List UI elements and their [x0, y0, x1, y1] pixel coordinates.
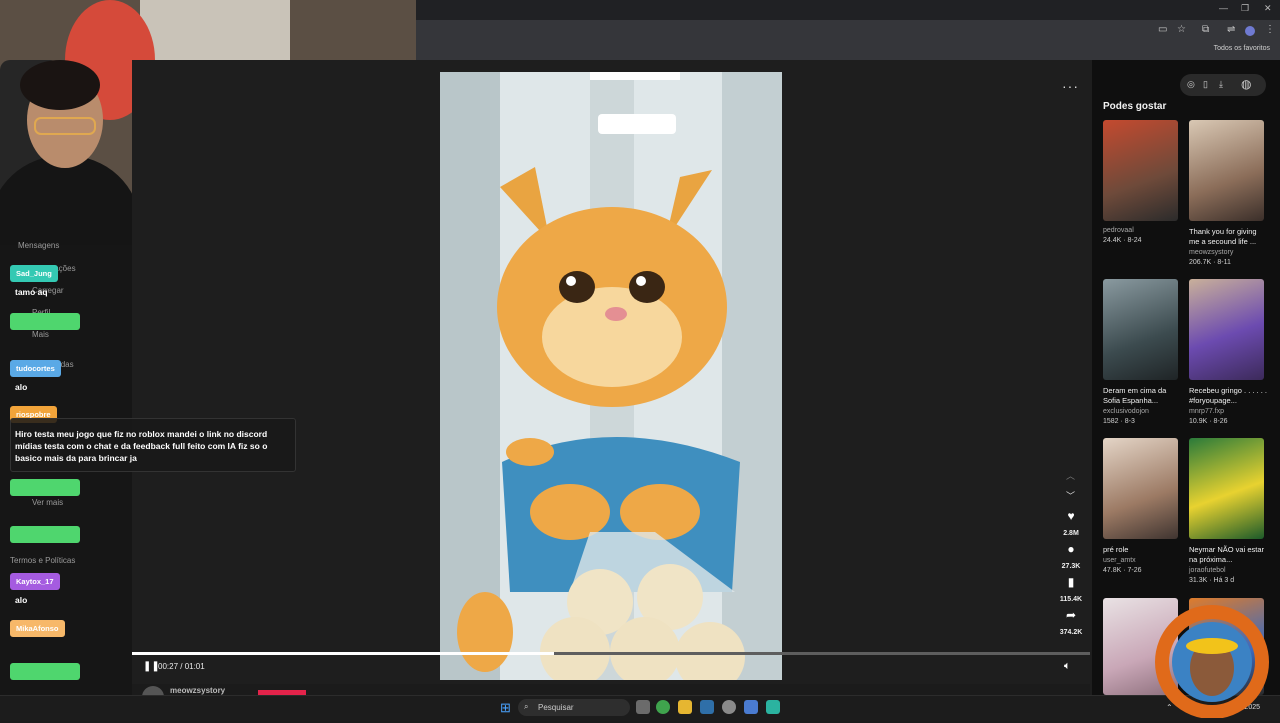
chat-username-badge: [10, 479, 80, 496]
rec-stats-6: 31.3K · Há 3 d: [1189, 577, 1235, 584]
minimize-icon[interactable]: —: [1219, 3, 1228, 13]
compass-icon[interactable]: ◎: [1187, 79, 1195, 90]
rec-thumb-2[interactable]: [1189, 120, 1264, 221]
file-explorer-icon[interactable]: [678, 700, 692, 714]
phone-icon[interactable]: ▯: [1203, 79, 1208, 90]
close-icon[interactable]: ✕: [1264, 3, 1272, 14]
comment-count: 27.3K: [1061, 563, 1081, 570]
rec-user-1[interactable]: pedrovaal: [1103, 227, 1134, 234]
chevron-up-icon[interactable]: ︿: [1066, 469, 1075, 482]
share-icon[interactable]: ➦: [1063, 608, 1079, 622]
steam-icon[interactable]: [700, 700, 714, 714]
bookmark-count: 115.4K: [1059, 596, 1083, 603]
share-count: 374.2K: [1059, 629, 1083, 636]
recommendations-title: Podes gostar: [1103, 101, 1167, 112]
bookmark-icon[interactable]: ▮: [1063, 575, 1079, 589]
rec-thumb-5[interactable]: [1103, 438, 1178, 539]
chat-username-badge: MikaAfonso: [10, 620, 65, 637]
chat-username-badge: Sad_Jung: [10, 265, 58, 282]
chrome-icon[interactable]: [656, 700, 670, 714]
chat-username-badge: [10, 526, 80, 543]
more-options-icon[interactable]: ···: [1062, 78, 1079, 94]
bookmark-star-icon[interactable]: ☆: [1177, 24, 1186, 35]
cast-icon[interactable]: ▭: [1158, 24, 1167, 35]
video-frame[interactable]: [440, 72, 782, 680]
browser-toolbar: [416, 20, 1280, 42]
rec-caption-5[interactable]: pré role: [1103, 545, 1183, 555]
rec-stats-2: 206.7K · 8-11: [1189, 259, 1231, 266]
taskbar-search-placeholder: Pesquisar: [538, 703, 574, 712]
rec-user-4[interactable]: mnrp77.fxp: [1189, 408, 1224, 415]
like-count: 2.8M: [1063, 530, 1079, 537]
rec-user-5[interactable]: user_amtx: [1103, 557, 1136, 564]
settings-icon[interactable]: [744, 700, 758, 714]
browser-titlebar: [416, 0, 1280, 20]
profile-avatar[interactable]: [1245, 26, 1255, 36]
chat-username-badge: tudocortes: [10, 360, 61, 377]
all-bookmarks-link[interactable]: Todos os favoritos: [1214, 45, 1270, 52]
rec-user-3[interactable]: exclusivodojon: [1103, 408, 1149, 415]
rec-thumb-4[interactable]: [1189, 279, 1264, 380]
notepad-icon[interactable]: [766, 700, 780, 714]
menu-sidebar-icon[interactable]: ⇌: [1227, 24, 1235, 35]
nav-item-messages[interactable]: Mensagens: [18, 241, 59, 250]
chat-message: Hiro testa meu jogo que fiz no roblox ma…: [15, 429, 268, 463]
chat-username-badge: [10, 663, 80, 680]
chat-username-badge: Kaytox_17: [10, 573, 60, 590]
rec-caption-2[interactable]: Thank you for giving me a secound life .…: [1189, 227, 1269, 247]
rec-user-2[interactable]: meowzsystory: [1189, 249, 1233, 256]
nav-item-more[interactable]: Mais: [32, 330, 49, 339]
taskbar-search[interactable]: [518, 699, 630, 716]
chat-message: alo: [15, 382, 28, 392]
rec-stats-1: 24.4K · 8-24: [1103, 237, 1142, 244]
rec-caption-6[interactable]: Neymar NÃO vai estar na próxima...: [1189, 545, 1269, 565]
rec-thumb-3[interactable]: [1103, 279, 1178, 380]
playback-time: 00:27 / 01:01: [158, 662, 205, 671]
avatar-icon[interactable]: ◍: [1241, 77, 1251, 91]
chat-username-badge: [10, 313, 80, 330]
rec-stats-4: 10.9K · 8-26: [1189, 418, 1228, 425]
nav-terms[interactable]: Termos e Políticas: [10, 556, 75, 565]
app-icon[interactable]: [722, 700, 736, 714]
rec-thumb-1[interactable]: [1103, 120, 1178, 221]
rec-user-6[interactable]: joraofutebol: [1189, 567, 1226, 574]
chat-message: alo: [15, 595, 28, 605]
nav-see-more[interactable]: Ver mais: [32, 498, 63, 507]
volume-icon[interactable]: 🔈︎: [1064, 660, 1071, 673]
maximize-icon[interactable]: ❐: [1241, 3, 1249, 14]
windows-start-icon[interactable]: ⊞: [500, 700, 511, 716]
heart-icon[interactable]: ♥: [1063, 509, 1079, 523]
chevron-down-icon[interactable]: ﹀: [1066, 489, 1075, 502]
rec-stats-5: 47.8K · 7-26: [1103, 567, 1142, 574]
cat-video-image: [440, 72, 782, 680]
author-name[interactable]: meowzsystory: [170, 686, 225, 695]
rec-thumb-6[interactable]: [1189, 438, 1264, 539]
comment-icon[interactable]: ●: [1063, 542, 1079, 556]
download-icon[interactable]: ⤓: [1219, 79, 1223, 90]
rec-caption-4[interactable]: Recebeu gringo . . . . . . #foryoupage..…: [1189, 386, 1269, 406]
progress-fill: [132, 652, 554, 655]
search-icon: ⌕: [524, 702, 529, 711]
rec-stats-3: 1582 · 8-3: [1103, 418, 1135, 425]
kebab-menu-icon[interactable]: ⋮: [1265, 24, 1275, 35]
bookmarks-bar: [416, 42, 1280, 61]
task-view-icon[interactable]: [636, 700, 650, 714]
extensions-icon[interactable]: ⧉: [1202, 24, 1209, 35]
channel-logo-watermark: [1150, 598, 1270, 719]
rec-caption-3[interactable]: Deram em cima da Sofia Espanha...: [1103, 386, 1183, 406]
chat-message: tamo aq: [15, 287, 48, 297]
